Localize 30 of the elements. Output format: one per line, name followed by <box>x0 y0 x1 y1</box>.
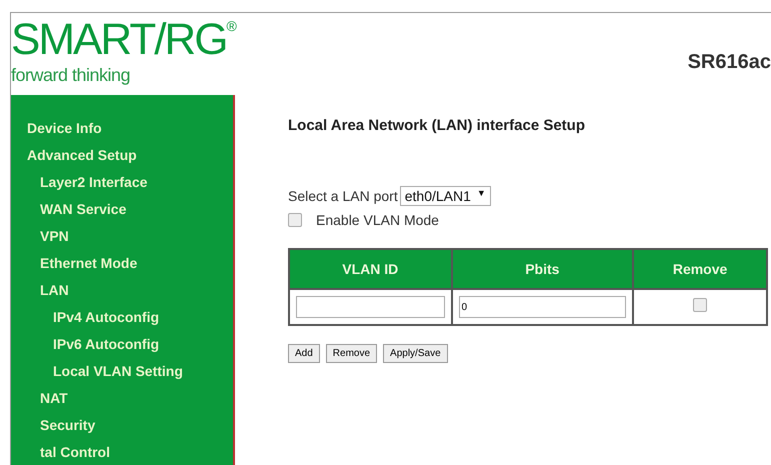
checkbox[interactable] <box>693 298 708 312</box>
checkbox[interactable] <box>288 213 302 227</box>
checkbox-label: Enable VLAN Mode <box>316 212 439 228</box>
sidebar-item[interactable]: IPv4 Autoconfig <box>27 304 233 331</box>
sidebar-item[interactable]: LAN <box>27 277 233 304</box>
vlan-id-field[interactable] <box>296 296 445 318</box>
brand-logo: SMART/RG® <box>11 19 237 61</box>
form-button[interactable]: Add <box>288 344 320 363</box>
sidebar-item[interactable]: Security <box>27 412 233 439</box>
model-name: SR616ac <box>688 51 771 74</box>
tagline: forward thinking <box>11 65 132 86</box>
column-header: VLAN ID <box>289 249 452 289</box>
sidebar-item[interactable]: VPN <box>27 223 233 250</box>
sidebar-item[interactable]: tal Control <box>27 439 233 465</box>
sidebar-item[interactable]: Layer2 Interface <box>27 169 233 196</box>
sidebar-item[interactable]: IPv6 Autoconfig <box>27 331 233 358</box>
sidebar-item[interactable]: Ethernet Mode <box>27 250 233 277</box>
sidebar-item[interactable]: Device Info <box>27 115 233 142</box>
column-header: Pbits <box>452 249 634 289</box>
page-title: Local Area Network (LAN) interface Setup <box>288 117 586 134</box>
port-label: Select a LAN port <box>288 188 398 204</box>
form-button[interactable]: Remove <box>326 344 378 363</box>
sidebar-item[interactable]: NAT <box>27 385 233 412</box>
port-select[interactable]: eth0/LAN1 ▼ <box>400 186 491 206</box>
sidebar-item[interactable]: Local VLAN Setting <box>27 358 233 385</box>
sidebar-item[interactable]: WAN Service <box>27 196 233 223</box>
sidebar-item[interactable]: Advanced Setup <box>27 142 233 169</box>
column-header: Remove <box>633 249 767 289</box>
pbits-field[interactable]: 0 <box>458 296 626 318</box>
form-button[interactable]: Apply/Save <box>383 344 448 363</box>
